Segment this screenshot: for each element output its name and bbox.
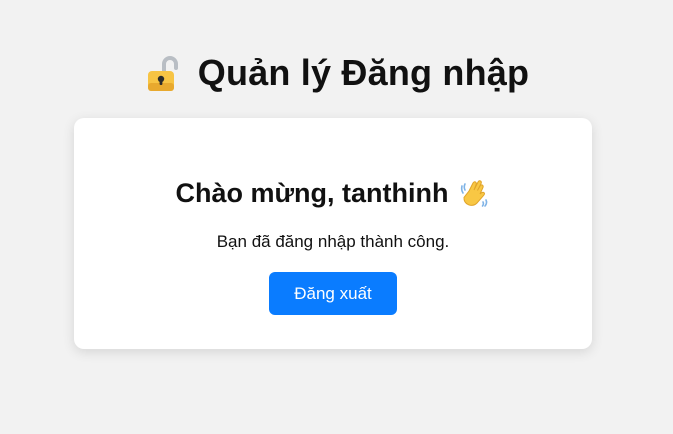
login-success-message: Bạn đã đăng nhập thành công. bbox=[216, 232, 450, 251]
page-title: Quản lý Đăng nhập bbox=[197, 52, 530, 93]
waving-hand-icon bbox=[459, 177, 491, 209]
welcome-card: Chào mừng, tanthinh Bạn đã đăng nhập thà… bbox=[74, 118, 592, 349]
logout-button[interactable]: Đăng xuất bbox=[269, 272, 397, 315]
welcome-heading: Chào mừng, tanthinh bbox=[175, 177, 449, 208]
page-heading: Quản lý Đăng nhập bbox=[0, 50, 673, 96]
welcome-row: Chào mừng, tanthinh bbox=[74, 175, 592, 211]
lock-icon bbox=[144, 53, 184, 93]
